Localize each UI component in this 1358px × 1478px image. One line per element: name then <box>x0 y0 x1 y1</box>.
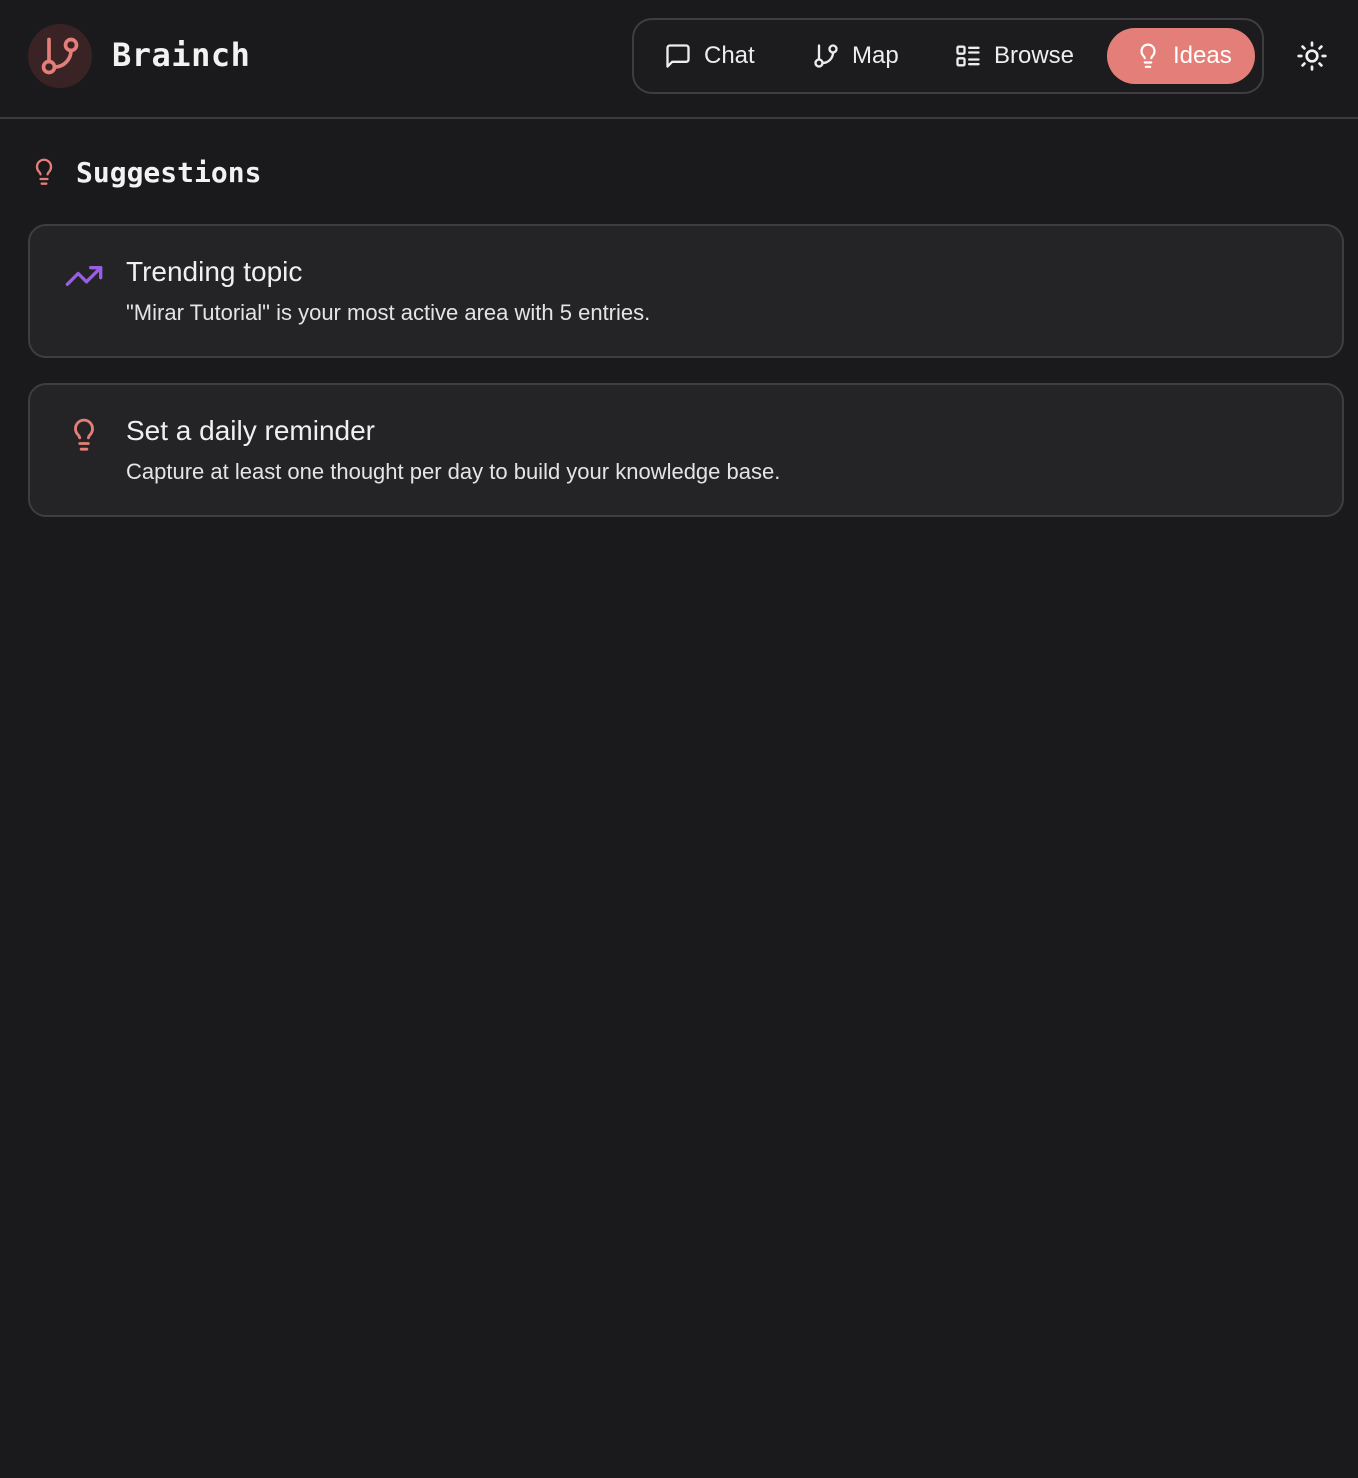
page-title: Suggestions <box>76 155 262 189</box>
card-description: "Mirar Tutorial" is your most active are… <box>126 300 651 325</box>
lightbulb-icon <box>35 158 53 185</box>
main-nav: Chat Map Browse Ideas <box>632 18 1264 94</box>
card-description: Capture at least one thought per day to … <box>126 459 781 484</box>
card-title: Set a daily reminder <box>126 415 376 446</box>
tab-browse-label: Browse <box>994 42 1075 69</box>
card-title: Trending topic <box>126 256 303 287</box>
trending-up-icon <box>65 266 103 286</box>
tab-ideas-label: Ideas <box>1173 42 1232 69</box>
git-branch-icon <box>814 44 838 68</box>
tab-map-label: Map <box>852 42 899 69</box>
theme-toggle-button[interactable] <box>1292 36 1332 76</box>
card-icon-wrap <box>62 413 106 457</box>
top-header: Brainch Chat Map Browse Ideas <box>0 0 1358 119</box>
lightbulb-icon <box>1140 43 1156 68</box>
git-branch-icon <box>41 37 79 75</box>
lightbulb-icon <box>74 418 94 451</box>
card-icon-wrap <box>62 254 106 298</box>
tab-map[interactable]: Map <box>812 28 932 84</box>
list-icon <box>956 45 980 67</box>
suggestions-header: Suggestions <box>30 154 261 190</box>
tab-browse[interactable]: Browse <box>954 28 1114 84</box>
app-logo[interactable] <box>28 24 92 88</box>
sun-icon <box>1297 41 1327 71</box>
suggestion-card-reminder[interactable]: Set a daily reminder Capture at least on… <box>28 383 1344 517</box>
app-title: Brainch <box>112 36 251 74</box>
tab-chat[interactable]: Chat <box>664 28 794 84</box>
tab-ideas[interactable]: Ideas <box>1107 28 1255 84</box>
suggestion-card-trending[interactable]: Trending topic "Mirar Tutorial" is your … <box>28 224 1344 358</box>
message-square-icon <box>666 44 690 68</box>
app-root: Brainch Chat Map Browse Ideas Suggestion… <box>0 0 1358 1478</box>
tab-chat-label: Chat <box>704 42 755 69</box>
